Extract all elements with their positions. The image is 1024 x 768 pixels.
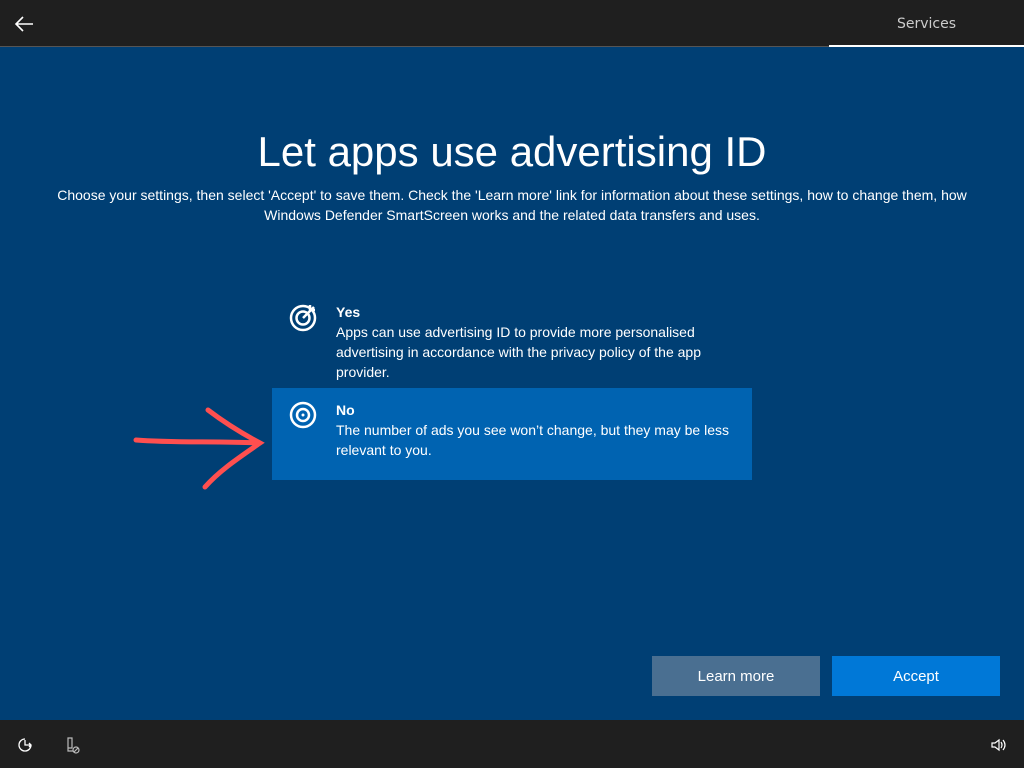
back-arrow-icon[interactable] [12,12,36,36]
option-no-description: The number of ads you see won’t change, … [336,422,730,458]
option-yes-description: Apps can use advertising ID to provide m… [336,324,701,380]
page-subtitle: Choose your settings, then select 'Accep… [57,187,967,223]
target-arrow-icon [289,304,317,332]
bottom-bar [0,720,1024,768]
option-yes-label: Yes [336,304,361,320]
page-title: Let apps use advertising ID [257,128,767,175]
microphone-muted-icon[interactable] [64,736,82,754]
ease-of-access-icon[interactable] [16,736,34,754]
option-no[interactable]: No The number of ads you see won’t chang… [272,388,752,480]
learn-more-button[interactable]: Learn more [652,656,820,696]
annotation-arrow [133,407,265,490]
accept-button[interactable]: Accept [832,656,1000,696]
top-bar: Services [0,0,1024,47]
option-yes[interactable]: Yes Apps can use advertising ID to provi… [272,290,752,394]
target-icon [289,401,317,429]
tab-services[interactable]: Services [829,0,1024,47]
option-no-label: No [336,402,355,418]
volume-icon[interactable] [990,736,1008,754]
